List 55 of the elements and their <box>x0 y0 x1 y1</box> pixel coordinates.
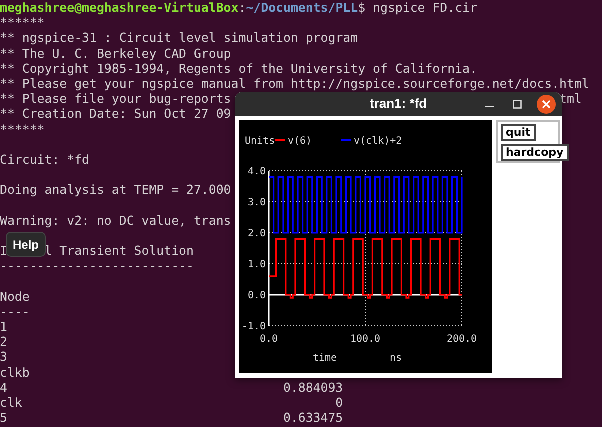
node-value: 0.884093 <box>283 380 344 395</box>
window-title: tran1: *fd <box>370 95 428 114</box>
maximize-icon <box>512 100 522 108</box>
tick-label: 2.0 <box>248 228 266 240</box>
terminal-line: ---- <box>0 304 30 319</box>
node-name: 4 <box>0 380 8 395</box>
node-value: 0.633475 <box>283 410 344 426</box>
command-text: ngspice FD.cir <box>373 0 478 15</box>
terminal-line: ** Please get your ngspice manual from http://ngspice.sourceforge.net/docs.html <box>0 76 590 91</box>
terminal-line: ** The U. C. Berkeley CAD Group <box>0 46 232 61</box>
prompt-symbol: $ <box>358 0 366 15</box>
minimize-icon <box>484 106 494 108</box>
terminal-line: ** Please file your bug-reports <box>0 91 232 106</box>
terminal-line: 3 <box>0 349 8 364</box>
maximize-button[interactable] <box>511 98 523 110</box>
hardcopy-button[interactable]: hardcopy <box>501 144 569 161</box>
prompt-user: meghashree@meghashree-VirtualBox <box>0 0 239 15</box>
node-name: 5 <box>0 410 8 426</box>
terminal-line: I <box>0 243 8 258</box>
tick-label: 4.0 <box>248 166 266 178</box>
quit-button[interactable]: quit <box>501 124 536 141</box>
terminal-line: ** ngspice-31 : Circuit level simulation program <box>0 30 358 46</box>
legend-label: v(6) <box>288 136 312 147</box>
terminal-line: 1 <box>0 318 8 334</box>
terminal-line: Circuit: *fd <box>0 152 90 167</box>
terminal-line: 2 <box>0 334 8 350</box>
prompt-separator: : <box>238 0 246 15</box>
legend-label: v(clk)+2 <box>354 136 402 147</box>
terminal-line: ** Copyright 1985-1994, Regents of the University of California. <box>0 60 478 76</box>
terminal-line: clkb <box>0 364 30 380</box>
prompt-path: ~/Documents/PLL <box>246 0 358 15</box>
axis-label: time <box>312 353 338 364</box>
terminal-line: Node <box>0 288 30 304</box>
tick-label: 3.0 <box>248 198 266 208</box>
tick-label: -1.0 <box>242 322 266 332</box>
tick-label: 200.0 <box>446 334 478 345</box>
tick-label: 100.0 <box>350 334 381 345</box>
terminal-line: l Transient Solution <box>44 243 194 258</box>
terminal-line: ****** <box>0 122 45 136</box>
terminal-line: tml <box>559 91 582 106</box>
terminal-line: Warning: v2: no DC value, trans <box>0 212 232 228</box>
close-icon <box>542 100 551 109</box>
node-value: 0 <box>336 394 344 410</box>
terminal-line: -------------------------- <box>0 258 194 274</box>
terminal-line: ** Creation Date: Sun Oct 27 09 <box>0 106 232 122</box>
terminal-line: Doing analysis at TEMP = 27.000 <box>0 182 232 198</box>
tick-label: 0.0 <box>260 334 278 345</box>
node-name: clk <box>0 394 22 410</box>
help-tooltip: Help <box>6 232 46 257</box>
axis-label: ns <box>390 353 402 364</box>
terminal-line: ****** <box>0 15 45 30</box>
axis-label: Units <box>245 136 276 147</box>
tick-label: 0.0 <box>248 290 266 302</box>
close-button[interactable] <box>537 95 556 114</box>
tick-label: 1.0 <box>248 260 266 270</box>
